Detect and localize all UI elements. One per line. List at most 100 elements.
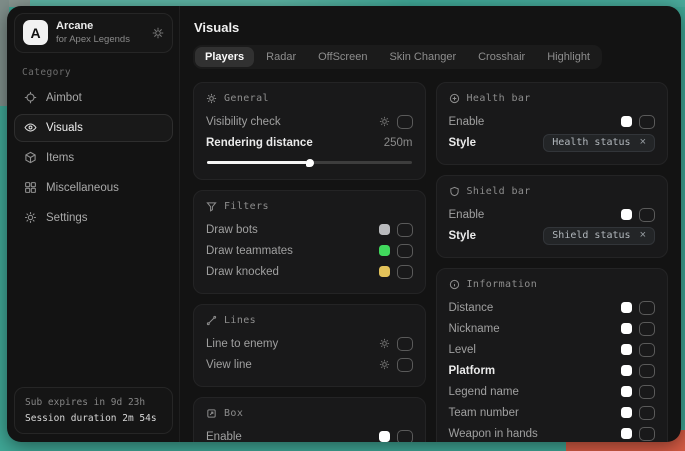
row-draw-teammates: Draw teammates xyxy=(206,240,413,261)
health-icon xyxy=(449,93,460,104)
panel-title: General xyxy=(224,93,269,104)
color-swatch[interactable] xyxy=(379,431,390,442)
color-swatch[interactable] xyxy=(621,116,632,127)
sidebar-item-visuals[interactable]: Visuals xyxy=(14,114,173,142)
panel-title: Filters xyxy=(224,201,269,212)
color-swatch[interactable] xyxy=(379,245,390,256)
sidebar-item-label: Aimbot xyxy=(46,92,82,104)
color-swatch[interactable] xyxy=(379,266,390,277)
panel-header: Filters xyxy=(206,201,413,212)
health-style-select[interactable]: Health status × xyxy=(543,134,655,152)
sidebar-item-aimbot[interactable]: Aimbot xyxy=(14,84,173,112)
sidebar-item-items[interactable]: Items xyxy=(14,144,173,172)
checkbox-distance[interactable] xyxy=(639,301,655,315)
checkbox-weapon-in-hands[interactable] xyxy=(639,427,655,441)
rendering-distance-slider[interactable] xyxy=(207,161,412,164)
row-weapon-in-hands: Weapon in hands xyxy=(449,423,656,442)
row-draw-bots: Draw bots xyxy=(206,219,413,240)
row-shield-style: Style Shield status × xyxy=(449,225,656,246)
row-label: Draw bots xyxy=(206,224,258,236)
category-label: Category xyxy=(22,67,173,78)
checkbox-view-line[interactable] xyxy=(397,358,413,372)
sidebar: A Arcane for Apex Legends Category Aimbo… xyxy=(7,6,180,442)
color-swatch[interactable] xyxy=(621,386,632,397)
rendering-distance-value: 250m xyxy=(384,137,413,149)
row-label: Rendering distance xyxy=(206,137,313,149)
panel-filters: Filters Draw bots Draw teammates xyxy=(193,190,426,294)
tab-skin-changer[interactable]: Skin Changer xyxy=(379,47,466,67)
close-icon[interactable]: × xyxy=(640,230,646,241)
color-swatch[interactable] xyxy=(621,365,632,376)
crosshair-icon xyxy=(24,91,37,104)
panel-header: Information xyxy=(449,279,656,290)
panel-health-bar: Health bar Enable Style Health status xyxy=(436,82,669,165)
row-label: Draw knocked xyxy=(206,266,279,278)
panel-information: Information Distance Nickname xyxy=(436,268,669,442)
sidebar-item-label: Visuals xyxy=(46,122,83,134)
tab-bar: Players Radar OffScreen Skin Changer Cro… xyxy=(193,45,602,69)
checkbox-legend-name[interactable] xyxy=(639,385,655,399)
page-title: Visuals xyxy=(194,20,668,35)
color-swatch[interactable] xyxy=(621,344,632,355)
slider-handle[interactable] xyxy=(306,159,314,167)
checkbox-level[interactable] xyxy=(639,343,655,357)
checkbox-platform[interactable] xyxy=(639,364,655,378)
checkbox-box-enable[interactable] xyxy=(397,430,413,443)
sidebar-item-label: Miscellaneous xyxy=(46,182,119,194)
color-swatch[interactable] xyxy=(621,428,632,439)
shield-style-select[interactable]: Shield status × xyxy=(543,227,655,245)
tab-radar[interactable]: Radar xyxy=(256,47,306,67)
panel-header: Shield bar xyxy=(449,186,656,197)
checkbox-draw-knocked[interactable] xyxy=(397,265,413,279)
checkbox-nickname[interactable] xyxy=(639,322,655,336)
tab-players[interactable]: Players xyxy=(195,47,254,67)
tab-crosshair[interactable]: Crosshair xyxy=(468,47,535,67)
row-legend-name: Legend name xyxy=(449,381,656,402)
panel-header: Box xyxy=(206,408,413,419)
checkbox-draw-teammates[interactable] xyxy=(397,244,413,258)
panel-columns: General Visibility check Rendering dista… xyxy=(193,82,668,442)
row-label: Distance xyxy=(449,302,494,314)
panel-title: Box xyxy=(224,408,243,419)
row-label: Draw teammates xyxy=(206,245,293,257)
panel-header: Health bar xyxy=(449,93,656,104)
checkbox-team-number[interactable] xyxy=(639,406,655,420)
gear-icon xyxy=(24,211,37,224)
color-swatch[interactable] xyxy=(621,323,632,334)
color-swatch[interactable] xyxy=(621,209,632,220)
account-text: Arcane for Apex Legends xyxy=(56,20,144,46)
color-swatch[interactable] xyxy=(379,224,390,235)
row-label: Enable xyxy=(449,209,485,221)
checkbox-health-enable[interactable] xyxy=(639,115,655,129)
sidebar-item-miscellaneous[interactable]: Miscellaneous xyxy=(14,174,173,202)
account-settings-icon[interactable] xyxy=(152,27,164,39)
row-draw-knocked: Draw knocked xyxy=(206,261,413,282)
info-icon xyxy=(449,279,460,290)
tab-highlight[interactable]: Highlight xyxy=(537,47,600,67)
gear-icon xyxy=(206,93,217,104)
color-swatch[interactable] xyxy=(621,302,632,313)
chip-label: Shield status xyxy=(552,230,630,241)
row-settings-icon[interactable] xyxy=(379,359,390,370)
row-settings-icon[interactable] xyxy=(379,338,390,349)
sidebar-item-settings[interactable]: Settings xyxy=(14,204,173,232)
row-label: Visibility check xyxy=(206,116,281,128)
panel-general: General Visibility check Rendering dista… xyxy=(193,82,426,180)
checkbox-draw-bots[interactable] xyxy=(397,223,413,237)
checkbox-visibility-check[interactable] xyxy=(397,115,413,129)
row-label: Enable xyxy=(449,116,485,128)
tab-offscreen[interactable]: OffScreen xyxy=(308,47,377,67)
grid-icon xyxy=(24,181,37,194)
close-icon[interactable]: × xyxy=(640,137,646,148)
sidebar-nav: Aimbot Visuals Items Miscellaneous xyxy=(14,84,173,232)
row-settings-icon[interactable] xyxy=(379,116,390,127)
panel-header: Lines xyxy=(206,315,413,326)
color-swatch[interactable] xyxy=(621,407,632,418)
row-level: Level xyxy=(449,339,656,360)
row-health-style: Style Health status × xyxy=(449,132,656,153)
account-card[interactable]: A Arcane for Apex Legends xyxy=(14,13,173,53)
line-tool-icon xyxy=(206,315,217,326)
row-label: Platform xyxy=(449,365,496,377)
checkbox-line-to-enemy[interactable] xyxy=(397,337,413,351)
checkbox-shield-enable[interactable] xyxy=(639,208,655,222)
